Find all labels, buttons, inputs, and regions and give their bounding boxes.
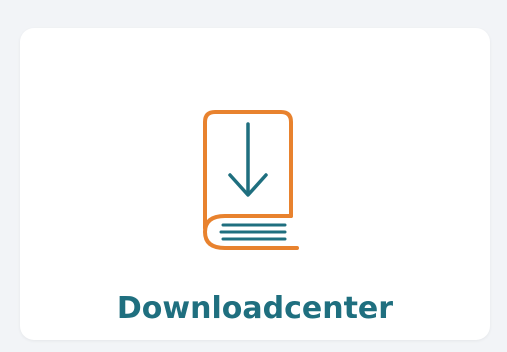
- book-download-icon: [203, 110, 299, 250]
- tile-label: Downloadcenter: [116, 291, 394, 326]
- downloadcenter-tile[interactable]: Downloadcenter: [20, 28, 490, 340]
